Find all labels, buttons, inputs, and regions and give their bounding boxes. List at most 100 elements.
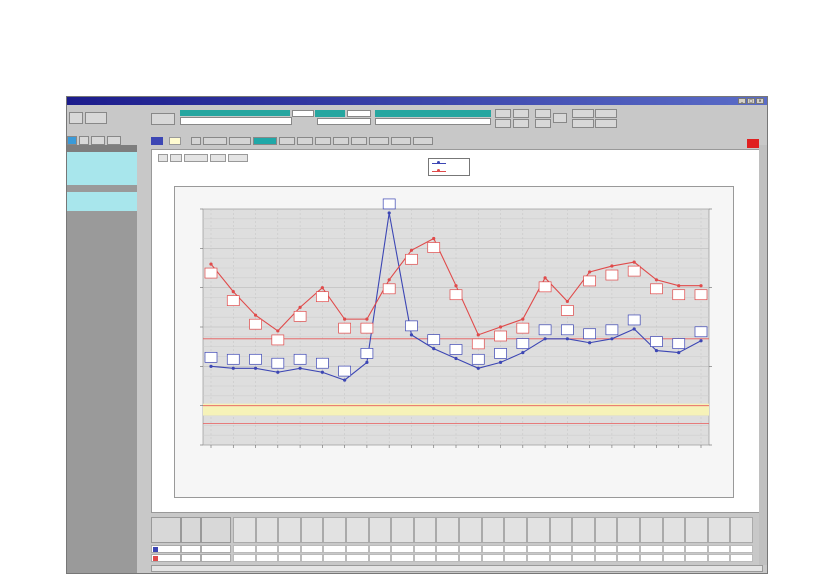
table-cell xyxy=(368,545,392,553)
sidebar-item-7[interactable] xyxy=(67,204,137,211)
subtab-1[interactable] xyxy=(158,154,168,162)
sidebar-item-1[interactable] xyxy=(67,152,137,159)
toolbar-button-9[interactable] xyxy=(535,119,551,128)
tab-9[interactable] xyxy=(369,137,389,145)
app-window: _ □ × xyxy=(66,96,768,574)
data-label-box-2 xyxy=(226,295,240,306)
patient-name-field xyxy=(180,117,292,125)
selector-button-2[interactable] xyxy=(79,136,89,145)
toolbar-button-14[interactable] xyxy=(595,119,617,128)
tab-6[interactable] xyxy=(315,137,331,145)
tab-checkbox[interactable] xyxy=(191,137,201,145)
tab-3[interactable] xyxy=(253,137,277,145)
tab-10[interactable] xyxy=(391,137,411,145)
selector-button-4[interactable] xyxy=(107,136,121,145)
data-point-2 xyxy=(699,284,703,288)
table-cell xyxy=(572,554,595,562)
toolbar-button-6[interactable] xyxy=(495,119,511,128)
data-label-box-2 xyxy=(583,275,596,287)
toolbar-button-2[interactable] xyxy=(85,112,107,124)
table-row-range xyxy=(201,554,231,562)
data-label-box-1 xyxy=(650,336,663,347)
table-cell xyxy=(617,554,640,562)
toolbar-button-1[interactable] xyxy=(69,112,83,124)
table-cell xyxy=(413,545,437,553)
horizontal-scrollbar[interactable] xyxy=(151,565,763,572)
data-label-box-2 xyxy=(405,253,418,265)
table-cell xyxy=(346,545,369,553)
tab-5[interactable] xyxy=(297,137,313,145)
table-row-unit xyxy=(181,554,201,562)
table-cell xyxy=(300,545,324,553)
table-cell xyxy=(391,554,414,562)
data-point-1 xyxy=(365,360,369,364)
data-label-box-1 xyxy=(471,353,485,365)
tab-11[interactable] xyxy=(413,137,433,145)
sidebar-item-6[interactable] xyxy=(67,192,137,204)
tab-7[interactable] xyxy=(333,137,349,145)
sidebar-item-4[interactable] xyxy=(67,173,137,185)
data-point-1 xyxy=(253,366,258,370)
table-row-name xyxy=(151,545,181,553)
vertical-scrollbar[interactable] xyxy=(759,145,767,565)
data-point-2 xyxy=(320,286,324,290)
data-label-box-1 xyxy=(694,326,708,338)
table-cell xyxy=(685,545,708,553)
data-point-1 xyxy=(276,370,280,374)
close-button[interactable]: × xyxy=(756,98,764,104)
tab-4[interactable] xyxy=(279,137,295,145)
sidebar-item-2[interactable] xyxy=(67,159,137,166)
maximize-button[interactable]: □ xyxy=(747,98,755,104)
data-point-2 xyxy=(209,262,213,266)
toolbar-button-11[interactable] xyxy=(572,109,594,118)
subtab-3[interactable] xyxy=(184,154,208,162)
table-cell xyxy=(481,545,505,553)
selector-button-1[interactable] xyxy=(67,136,77,145)
data-label-box-2 xyxy=(538,281,552,293)
data-label-box-1 xyxy=(360,348,374,359)
subtab-4[interactable] xyxy=(210,154,226,162)
table-column-header xyxy=(549,517,573,543)
table-column-header xyxy=(526,517,550,543)
toolbar-button-8[interactable] xyxy=(535,109,551,118)
data-point-2 xyxy=(298,305,302,309)
sidebar-item-5[interactable] xyxy=(67,185,137,192)
minimize-button[interactable]: _ xyxy=(738,98,746,104)
toolbar-button-10[interactable] xyxy=(553,113,567,123)
table-column-header xyxy=(662,517,686,543)
toolbar-button-12[interactable] xyxy=(572,119,594,128)
toolbar-button-5[interactable] xyxy=(513,109,529,118)
sidebar-item-3[interactable] xyxy=(67,166,137,173)
table-cell xyxy=(278,554,301,562)
toolbar-button-3[interactable] xyxy=(151,113,175,125)
data-point-2 xyxy=(588,270,592,274)
data-label-box-2 xyxy=(672,289,686,301)
tab-2[interactable] xyxy=(229,137,251,145)
data-point-2 xyxy=(565,299,569,304)
toolbar xyxy=(67,105,767,129)
data-label-box-2 xyxy=(427,242,441,253)
subtab-5[interactable] xyxy=(228,154,248,162)
data-point-2 xyxy=(543,276,547,280)
subtab-2[interactable] xyxy=(170,154,182,162)
toolbar-button-13[interactable] xyxy=(595,109,617,118)
toolbar-button-4[interactable] xyxy=(495,109,511,118)
legend-item-red xyxy=(432,168,468,175)
table-cell xyxy=(594,545,618,553)
data-point-1 xyxy=(610,337,614,341)
data-label-box-1 xyxy=(293,353,307,365)
legend-marker-red xyxy=(437,169,440,172)
table-cell xyxy=(639,545,663,553)
toolbar-button-7[interactable] xyxy=(513,119,529,128)
data-point-1 xyxy=(476,366,480,370)
data-point-1 xyxy=(699,339,703,343)
tab-1[interactable] xyxy=(203,137,227,145)
table-column-header xyxy=(504,517,527,543)
tab-8[interactable] xyxy=(351,137,367,145)
table-column-header xyxy=(685,517,708,543)
selector-button-3[interactable] xyxy=(91,136,105,145)
sidebar-header xyxy=(67,145,137,152)
data-point-2 xyxy=(343,317,347,321)
table-column-header xyxy=(594,517,618,543)
data-label-box-2 xyxy=(382,283,396,295)
